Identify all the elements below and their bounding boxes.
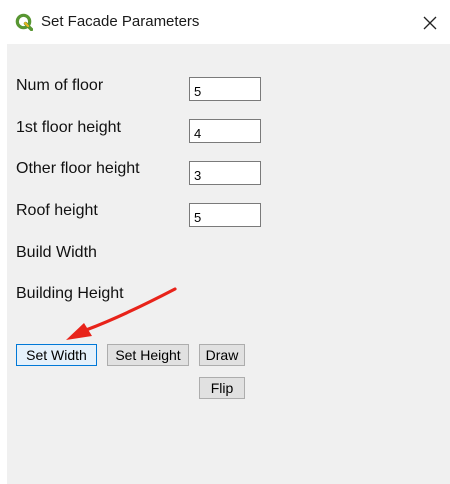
build-width-label: Build Width <box>16 244 97 261</box>
roof-height-label: Roof height <box>16 202 98 219</box>
roof-height-input[interactable] <box>189 203 261 227</box>
qgis-logo-icon <box>15 13 33 31</box>
first-floor-height-label: 1st floor height <box>16 119 121 136</box>
close-button[interactable] <box>418 11 442 35</box>
dialog-window: Set Facade Parameters Num of floor 1st f… <box>0 0 450 484</box>
building-height-label: Building Height <box>16 285 124 302</box>
num-of-floor-label: Num of floor <box>16 77 104 94</box>
other-floor-height-label: Other floor height <box>16 160 140 177</box>
first-floor-height-input[interactable] <box>189 119 261 143</box>
flip-button[interactable]: Flip <box>199 377 245 399</box>
dialog-body: Num of floor 1st floor height Other floo… <box>7 44 450 484</box>
set-width-button[interactable]: Set Width <box>16 344 97 366</box>
set-height-button[interactable]: Set Height <box>107 344 189 366</box>
other-floor-height-input[interactable] <box>189 161 261 185</box>
close-icon <box>423 16 437 30</box>
window-title: Set Facade Parameters <box>41 13 200 30</box>
title-bar[interactable]: Set Facade Parameters <box>0 0 450 44</box>
num-of-floor-input[interactable] <box>189 77 261 101</box>
draw-button[interactable]: Draw <box>199 344 245 366</box>
